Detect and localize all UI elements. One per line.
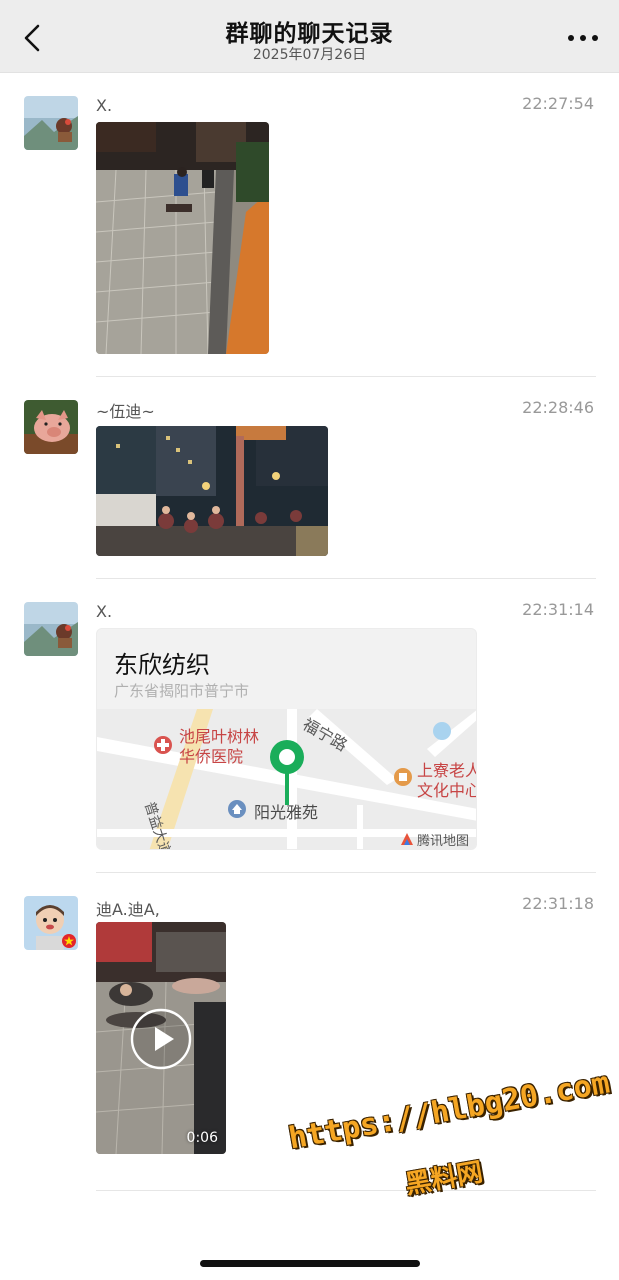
home-indicator[interactable] xyxy=(200,1260,420,1267)
sender-name: X. xyxy=(96,96,113,115)
video-message[interactable]: 0:06 xyxy=(96,922,226,1154)
sender-name: 迪A.迪A, xyxy=(96,900,160,919)
avatar[interactable] xyxy=(24,400,78,454)
play-icon[interactable] xyxy=(130,1008,192,1070)
map-provider: 腾讯地图 xyxy=(417,834,470,849)
image-message[interactable] xyxy=(96,426,328,556)
map-label-culture-2: 文化中心 xyxy=(417,781,477,800)
divider xyxy=(96,578,596,579)
divider xyxy=(96,872,596,873)
image-message[interactable] xyxy=(96,122,269,354)
page-title: 群聊的聊天记录 xyxy=(225,21,394,47)
sender-name: ~伍迪~ xyxy=(96,402,155,421)
more-options-button[interactable] xyxy=(563,26,603,50)
avatar[interactable] xyxy=(24,602,78,656)
location-address: 广东省揭阳市普宁市 xyxy=(114,682,250,700)
chat-record: X. 22:27:54 xyxy=(0,90,619,380)
message-time: 22:31:18 xyxy=(522,894,594,913)
tencent-map-logo-icon xyxy=(401,833,413,845)
avatar[interactable] xyxy=(24,896,78,950)
divider xyxy=(96,376,596,377)
message-time: 22:31:14 xyxy=(522,600,594,619)
culture-center-icon xyxy=(394,768,412,786)
map-label-hospital-2: 华侨医院 xyxy=(179,747,244,766)
message-time: 22:27:54 xyxy=(522,94,594,113)
chat-record: X. 22:31:14 东欣纺织 广东省揭阳市普宁市 池尾叶树林 华侨医院 福宁… xyxy=(0,596,619,874)
avatar[interactable] xyxy=(24,96,78,150)
location-message-card[interactable]: 东欣纺织 广东省揭阳市普宁市 池尾叶树林 华侨医院 福宁路 阳光雅苑 上寮老人 … xyxy=(96,628,477,850)
video-duration: 0:06 xyxy=(186,1130,218,1146)
message-time: 22:28:46 xyxy=(522,398,594,417)
page-subtitle-date: 2025年07月26日 xyxy=(252,47,367,63)
estate-icon xyxy=(228,800,246,818)
chat-history-header: 群聊的聊天记录 2025年07月26日 xyxy=(0,0,619,73)
more-dots-icon xyxy=(568,35,598,41)
location-map[interactable]: 池尾叶树林 华侨医院 福宁路 阳光雅苑 上寮老人 文化中心 普益大道 腾讯地图 xyxy=(97,709,477,849)
hospital-icon xyxy=(154,736,172,754)
sender-name: X. xyxy=(96,602,113,621)
map-pin-icon xyxy=(270,740,304,805)
chat-record: ~伍迪~ 22:28:46 xyxy=(0,394,619,584)
divider xyxy=(96,1190,596,1191)
location-name: 东欣纺织 xyxy=(114,651,210,679)
